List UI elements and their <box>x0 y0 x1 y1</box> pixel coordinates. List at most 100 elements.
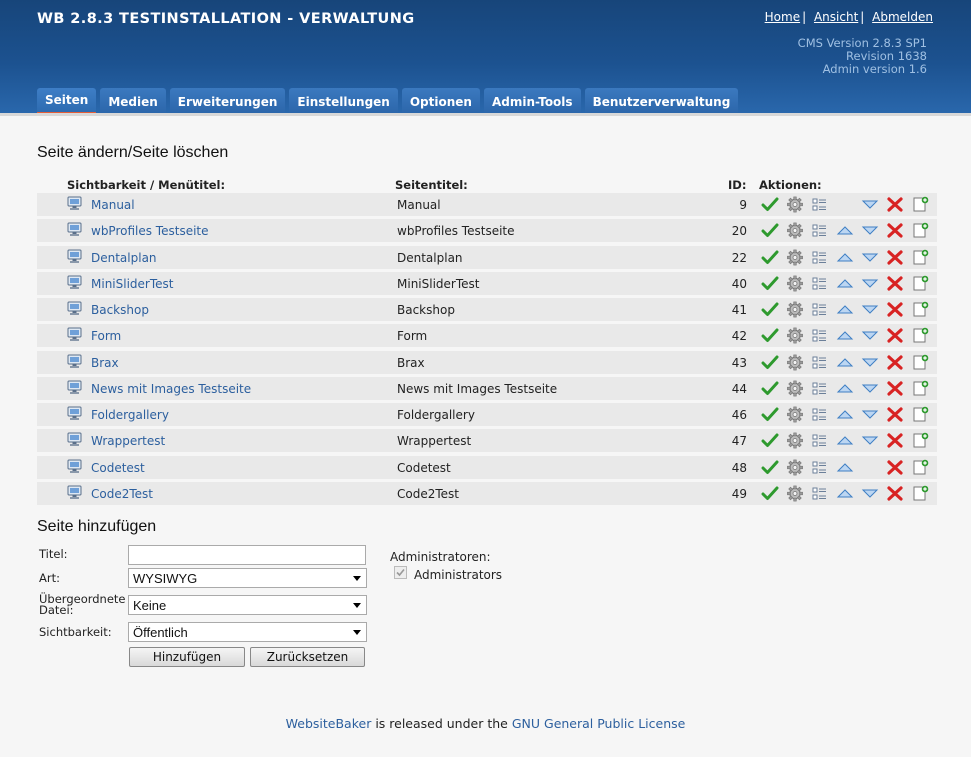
sections-icon[interactable] <box>811 354 829 371</box>
add-child-page-icon[interactable] <box>911 380 929 397</box>
gear-icon[interactable] <box>786 406 804 423</box>
sections-icon[interactable] <box>811 406 829 423</box>
gear-icon[interactable] <box>786 459 804 476</box>
tab-settings[interactable]: Einstellungen <box>289 88 398 115</box>
add-child-page-icon[interactable] <box>911 406 929 423</box>
menu-title-link[interactable]: MiniSliderTest <box>91 277 173 291</box>
move-down-icon[interactable] <box>861 249 879 266</box>
add-child-page-icon[interactable] <box>911 432 929 449</box>
tab-options[interactable]: Optionen <box>401 88 480 115</box>
gpl-link[interactable]: GNU General Public License <box>512 716 686 731</box>
home-link[interactable]: Home <box>765 10 800 24</box>
move-down-icon[interactable] <box>861 196 879 213</box>
gear-icon[interactable] <box>786 327 804 344</box>
gear-icon[interactable] <box>786 275 804 292</box>
check-icon[interactable] <box>761 301 779 318</box>
menu-title-link[interactable]: Form <box>91 329 121 343</box>
sections-icon[interactable] <box>811 459 829 476</box>
check-icon[interactable] <box>761 196 779 213</box>
check-icon[interactable] <box>761 406 779 423</box>
move-down-icon[interactable] <box>861 406 879 423</box>
administrators-checkbox[interactable] <box>394 566 407 579</box>
delete-icon[interactable] <box>886 380 904 397</box>
add-child-page-icon[interactable] <box>911 327 929 344</box>
menu-title-link[interactable]: Backshop <box>91 303 149 317</box>
gear-icon[interactable] <box>786 196 804 213</box>
move-down-icon[interactable] <box>861 354 879 371</box>
sections-icon[interactable] <box>811 327 829 344</box>
menu-title-link[interactable]: wbProfiles Testseite <box>91 224 209 238</box>
move-down-icon[interactable] <box>861 432 879 449</box>
add-child-page-icon[interactable] <box>911 222 929 239</box>
check-icon[interactable] <box>761 275 779 292</box>
move-up-icon[interactable] <box>836 354 854 371</box>
title-input[interactable] <box>128 545 366 565</box>
add-child-page-icon[interactable] <box>911 249 929 266</box>
move-down-icon[interactable] <box>861 275 879 292</box>
sections-icon[interactable] <box>811 196 829 213</box>
parent-select[interactable]: Keine <box>128 595 367 615</box>
menu-title-link[interactable]: Codetest <box>91 461 145 475</box>
delete-icon[interactable] <box>886 432 904 449</box>
move-up-icon[interactable] <box>836 222 854 239</box>
menu-title-link[interactable]: Foldergallery <box>91 408 169 422</box>
move-down-icon[interactable] <box>861 301 879 318</box>
sections-icon[interactable] <box>811 301 829 318</box>
type-select[interactable]: WYSIWYG <box>128 568 367 588</box>
menu-title-link[interactable]: Brax <box>91 356 119 370</box>
delete-icon[interactable] <box>886 301 904 318</box>
check-icon[interactable] <box>761 485 779 502</box>
add-child-page-icon[interactable] <box>911 459 929 476</box>
menu-title-link[interactable]: Dentalplan <box>91 251 157 265</box>
delete-icon[interactable] <box>886 406 904 423</box>
move-up-icon[interactable] <box>836 432 854 449</box>
move-up-icon[interactable] <box>836 327 854 344</box>
sections-icon[interactable] <box>811 249 829 266</box>
delete-icon[interactable] <box>886 327 904 344</box>
menu-title-link[interactable]: Wrappertest <box>91 434 165 448</box>
gear-icon[interactable] <box>786 222 804 239</box>
menu-title-link[interactable]: Manual <box>91 198 135 212</box>
add-child-page-icon[interactable] <box>911 301 929 318</box>
move-down-icon[interactable] <box>861 380 879 397</box>
tab-user-management[interactable]: Benutzerverwaltung <box>584 88 739 115</box>
delete-icon[interactable] <box>886 222 904 239</box>
gear-icon[interactable] <box>786 485 804 502</box>
sections-icon[interactable] <box>811 485 829 502</box>
view-link[interactable]: Ansicht <box>814 10 858 24</box>
delete-icon[interactable] <box>886 275 904 292</box>
sections-icon[interactable] <box>811 222 829 239</box>
menu-title-link[interactable]: News mit Images Testseite <box>91 382 251 396</box>
delete-icon[interactable] <box>886 249 904 266</box>
check-icon[interactable] <box>761 222 779 239</box>
sections-icon[interactable] <box>811 380 829 397</box>
add-button[interactable]: Hinzufügen <box>129 647 245 667</box>
check-icon[interactable] <box>761 432 779 449</box>
move-down-icon[interactable] <box>861 485 879 502</box>
tab-pages[interactable]: Seiten <box>37 88 97 115</box>
tab-admin-tools[interactable]: Admin-Tools <box>483 88 581 115</box>
delete-icon[interactable] <box>886 485 904 502</box>
move-up-icon[interactable] <box>836 406 854 423</box>
move-down-icon[interactable] <box>861 222 879 239</box>
sections-icon[interactable] <box>811 432 829 449</box>
check-icon[interactable] <box>761 354 779 371</box>
websitebaker-link[interactable]: WebsiteBaker <box>286 716 372 731</box>
tab-media[interactable]: Medien <box>100 88 166 115</box>
move-down-icon[interactable] <box>861 327 879 344</box>
move-up-icon[interactable] <box>836 485 854 502</box>
sections-icon[interactable] <box>811 275 829 292</box>
gear-icon[interactable] <box>786 432 804 449</box>
move-up-icon[interactable] <box>836 380 854 397</box>
check-icon[interactable] <box>761 327 779 344</box>
visibility-select[interactable]: Öffentlich <box>128 622 367 642</box>
tab-addons[interactable]: Erweiterungen <box>169 88 286 115</box>
add-child-page-icon[interactable] <box>911 196 929 213</box>
delete-icon[interactable] <box>886 354 904 371</box>
move-up-icon[interactable] <box>836 301 854 318</box>
move-up-icon[interactable] <box>836 249 854 266</box>
gear-icon[interactable] <box>786 301 804 318</box>
add-child-page-icon[interactable] <box>911 354 929 371</box>
move-up-icon[interactable] <box>836 275 854 292</box>
logout-link[interactable]: Abmelden <box>872 10 933 24</box>
